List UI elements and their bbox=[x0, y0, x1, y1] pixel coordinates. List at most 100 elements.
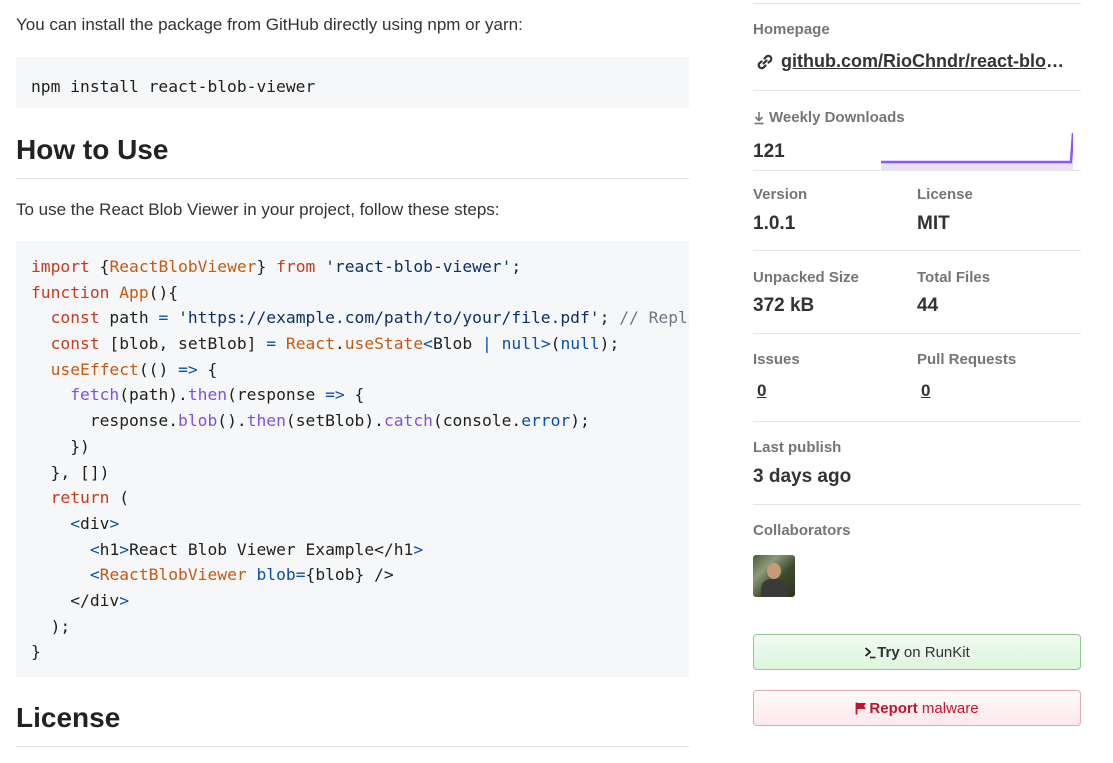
version-label: Version bbox=[753, 186, 808, 203]
code-token: error bbox=[521, 411, 571, 431]
terminal-prompt-icon bbox=[865, 646, 876, 658]
code-token: div bbox=[80, 513, 110, 533]
code-token: (). bbox=[217, 411, 247, 431]
code-token: fetch bbox=[70, 385, 120, 405]
code-line: fetch(path).then(response => { bbox=[31, 382, 674, 408]
code-token: (path). bbox=[119, 385, 188, 405]
code-token: (() bbox=[138, 359, 179, 379]
code-token: catch bbox=[383, 411, 433, 431]
code-token: ; bbox=[511, 257, 522, 276]
total-files-label: Total Files bbox=[917, 269, 991, 286]
issues-label: Issues bbox=[753, 351, 800, 368]
code-line: return ( bbox=[31, 485, 674, 511]
code-token: > bbox=[413, 539, 424, 559]
unpacked-size-value: 372 kB bbox=[753, 295, 815, 316]
code-token: = bbox=[158, 308, 169, 328]
divider bbox=[753, 333, 1081, 334]
code-token: null bbox=[501, 334, 541, 354]
code-token: | bbox=[481, 334, 492, 354]
report-malware-button[interactable]: Report malware bbox=[753, 690, 1081, 726]
code-line: } bbox=[31, 639, 674, 665]
try-on-runkit-button[interactable]: Try on RunKit bbox=[753, 634, 1081, 670]
homepage-link[interactable]: github.com/RioChndr/react-blob-viewer bbox=[781, 51, 1073, 72]
divider bbox=[753, 3, 1081, 4]
pull-requests-count-link[interactable]: 0 bbox=[921, 381, 930, 401]
code-token: blob= bbox=[256, 565, 306, 585]
code-token: function bbox=[31, 282, 110, 302]
license-label: License bbox=[917, 186, 973, 203]
pull-requests-label: Pull Requests bbox=[917, 351, 1017, 368]
code-token: ); bbox=[31, 616, 71, 636]
code-token: < bbox=[89, 539, 100, 559]
code-line: <h1>React Blob Viewer Example</h1> bbox=[31, 537, 674, 563]
code-token: React bbox=[285, 334, 335, 354]
code-token: blob bbox=[178, 411, 218, 431]
code-token: path bbox=[99, 308, 159, 328]
divider bbox=[753, 421, 1081, 422]
code-token: > bbox=[119, 539, 130, 559]
code-token: ; bbox=[599, 308, 620, 328]
collaborator-avatar[interactable] bbox=[753, 555, 795, 597]
avatar-body bbox=[761, 579, 787, 597]
code-token: ( bbox=[550, 334, 561, 354]
code-token: Blob bbox=[432, 334, 482, 354]
code-token: {blob} /> bbox=[305, 565, 394, 585]
code-line: }, []) bbox=[31, 460, 674, 486]
code-token: } bbox=[256, 257, 277, 276]
weekly-downloads-sparkline bbox=[881, 132, 1073, 170]
code-token: (response bbox=[227, 385, 326, 405]
runkit-button-strong: Try bbox=[877, 643, 900, 661]
code-token: { bbox=[344, 385, 365, 405]
code-token: < bbox=[70, 513, 81, 533]
code-line: function App(){ bbox=[31, 280, 674, 306]
code-token: ); bbox=[599, 334, 620, 354]
code-token: < bbox=[423, 334, 433, 354]
weekly-downloads-value: 121 bbox=[753, 141, 785, 162]
usage-intro-text: To use the React Blob Viewer in your pro… bbox=[16, 200, 500, 219]
code-token: > bbox=[119, 590, 130, 610]
divider bbox=[753, 170, 1081, 171]
code-token: (){ bbox=[148, 282, 179, 302]
code-line: </div> bbox=[31, 588, 674, 614]
code-token: then bbox=[187, 385, 228, 405]
divider bbox=[753, 250, 1081, 251]
weekly-downloads-label: Weekly Downloads bbox=[769, 109, 905, 126]
code-token: (setBlob). bbox=[285, 411, 384, 431]
code-token: 'react-blob-viewer' bbox=[325, 257, 512, 276]
code-token: { bbox=[89, 257, 110, 276]
heading-license: License bbox=[16, 702, 689, 747]
code-token: // Replace bbox=[619, 308, 689, 328]
code-token: return bbox=[50, 488, 110, 508]
code-line: const [blob, setBlob] = React.useState<B… bbox=[31, 331, 674, 357]
runkit-button-rest: on RunKit bbox=[899, 643, 970, 661]
code-token: }) bbox=[31, 436, 90, 456]
code-token: ReactBlobViewer bbox=[109, 257, 257, 276]
code-token: const bbox=[50, 308, 100, 328]
code-line: <ReactBlobViewer blob={blob} /> bbox=[31, 562, 674, 588]
code-token: App bbox=[119, 282, 149, 302]
code-token: [blob, setBlob] bbox=[99, 334, 267, 354]
code-token: ); bbox=[570, 411, 590, 431]
report-button-rest: malware bbox=[917, 699, 979, 717]
code-token: { bbox=[197, 359, 218, 379]
heading-how-to-use: How to Use bbox=[16, 134, 689, 179]
code-token: response. bbox=[31, 411, 179, 431]
divider bbox=[753, 504, 1081, 505]
code-token: (console. bbox=[432, 411, 522, 431]
collaborators-label: Collaborators bbox=[753, 522, 851, 539]
issues-count-link[interactable]: 0 bbox=[757, 381, 766, 401]
sparkline-line bbox=[881, 132, 1073, 164]
last-publish-value: 3 days ago bbox=[753, 466, 852, 487]
report-button-strong: Report bbox=[869, 699, 918, 717]
code-token: ( bbox=[109, 488, 130, 508]
code-token: < bbox=[89, 565, 100, 585]
